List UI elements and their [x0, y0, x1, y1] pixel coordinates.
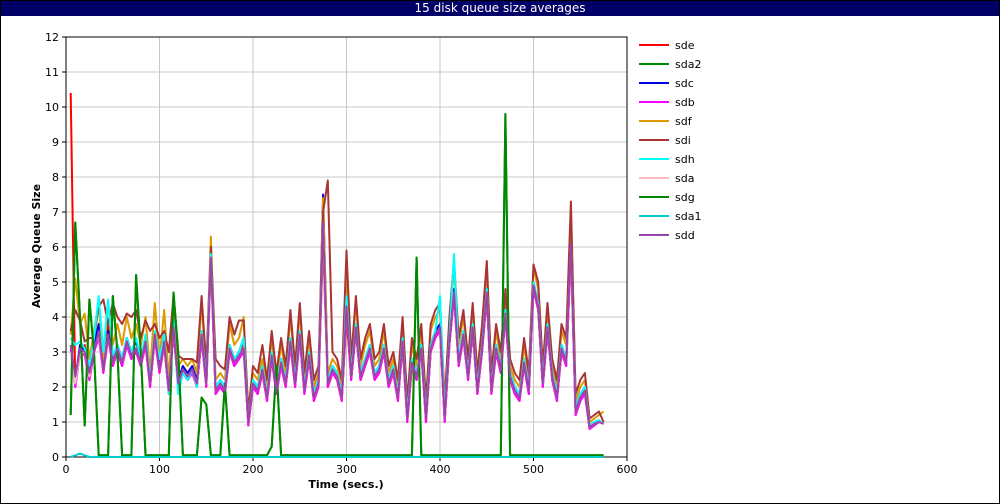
legend-label: sdg	[675, 191, 695, 204]
legend: sde sda2 sdc sdb sdf sdi sdh sda sdg sda1 sdd	[639, 39, 701, 242]
y-tick-label: 0	[52, 451, 59, 464]
x-axis-label: Time (secs.)	[308, 478, 383, 491]
x-tick-label: 300	[336, 463, 357, 476]
y-tick-label: 9	[52, 136, 59, 149]
y-tick-label: 5	[52, 276, 59, 289]
x-tick-label: 600	[617, 463, 638, 476]
y-tick-label: 7	[52, 206, 59, 219]
y-tick-label: 4	[52, 311, 59, 324]
line-chart: 01234567891011120 100 200 300 400 500 600 sdes…	[30, 31, 701, 491]
y-tick-label: 3	[52, 346, 59, 359]
chart-title: 15 disk queue size averages	[1, 1, 999, 16]
chart-window: 15 disk queue size averages 0 1 2 3 4 5 6 7 8 9 10…	[0, 0, 1000, 504]
x-tick-label: 500	[523, 463, 544, 476]
legend-label: sdh	[675, 153, 695, 166]
x-tick-label: 400	[430, 463, 451, 476]
x-tick-label: 100	[149, 463, 170, 476]
y-tick-label: 6	[52, 241, 59, 254]
legend-label: sdi	[675, 134, 691, 147]
x-tick-label: 200	[243, 463, 264, 476]
legend-label: sdb	[675, 96, 695, 109]
legend-label: sda2	[675, 58, 701, 71]
legend-label: sda	[675, 172, 694, 185]
grid	[65, 36, 628, 458]
legend-label: sdc	[675, 77, 694, 90]
y-tick-label: 8	[52, 171, 59, 184]
y-tick-label: 11	[45, 66, 59, 79]
legend-label: sde	[675, 39, 695, 52]
y-tick-label: 10	[45, 101, 59, 114]
y-tick-label: 1	[52, 416, 59, 429]
y-axis-label: Average Queue Size	[30, 184, 43, 308]
x-tick-label: 0	[63, 463, 70, 476]
y-tick-label: 2	[52, 381, 59, 394]
legend-label: sdd	[675, 229, 695, 242]
y-tick-label: 12	[45, 31, 59, 44]
legend-label: sda1	[675, 210, 701, 223]
legend-label: sdf	[675, 115, 693, 128]
